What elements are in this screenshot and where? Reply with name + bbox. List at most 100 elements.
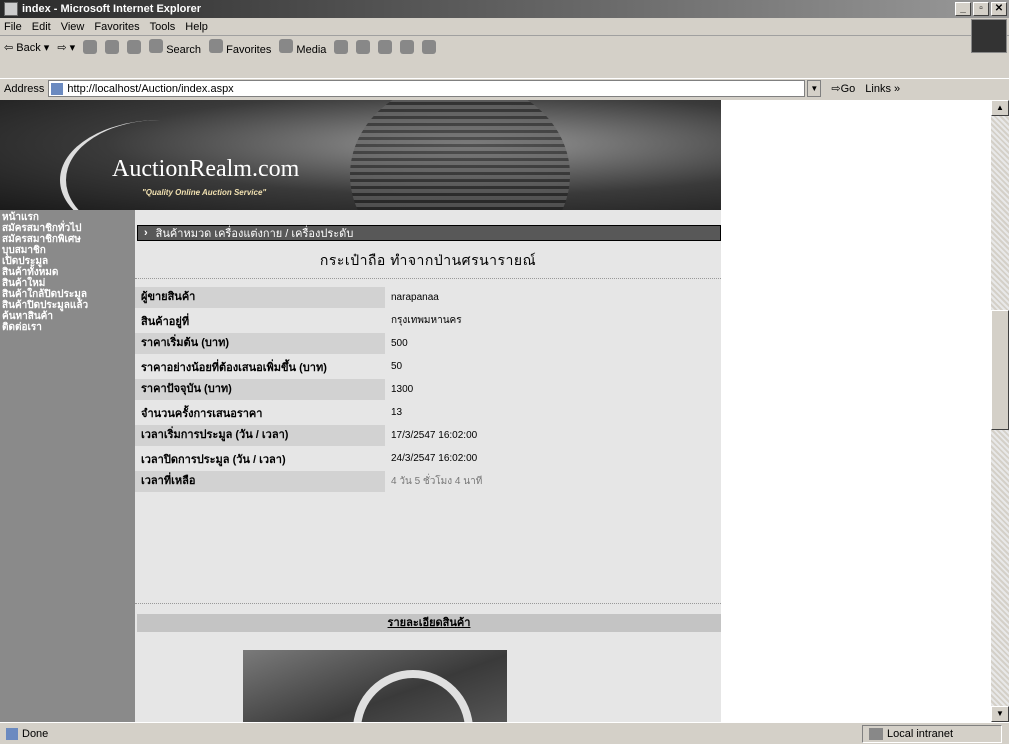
vertical-scrollbar[interactable]: ▲ ▼ xyxy=(991,100,1009,722)
address-label: Address xyxy=(4,82,45,95)
nav-search[interactable]: ค้นหาสินค้า xyxy=(0,311,135,322)
site-banner: AuctionRealm.com "Quality Online Auction… xyxy=(0,100,721,210)
address-input[interactable]: http://localhost/Auction/index.aspx xyxy=(48,80,806,97)
detail-label: เวลาปิดการประมูล (วัน / เวลา) xyxy=(141,453,286,466)
discuss-icon[interactable] xyxy=(422,40,437,54)
menu-file[interactable]: File xyxy=(4,21,22,33)
nav-open-auction[interactable]: เปิดประมูล xyxy=(0,256,135,267)
go-label: Go xyxy=(840,83,856,95)
category-label: สินค้าหมวด เครื่องแต่งกาย / เครื่องประดั… xyxy=(155,228,354,240)
close-button[interactable]: ✕ xyxy=(991,2,1007,16)
zone-label: Local intranet xyxy=(887,728,954,740)
maximize-button[interactable]: ▫ xyxy=(973,2,989,16)
detail-label: เวลาเริ่มการประมูล (วัน / เวลา) xyxy=(135,425,385,446)
nav-register-special[interactable]: สมัครสมาชิกพิเศษ xyxy=(0,234,135,245)
print-icon[interactable] xyxy=(378,40,393,54)
menu-view[interactable]: View xyxy=(61,21,85,33)
intranet-icon xyxy=(869,728,883,740)
links-button[interactable]: Links » xyxy=(865,83,900,95)
favorites-label: Favorites xyxy=(226,43,272,56)
scroll-down-button[interactable]: ▼ xyxy=(991,706,1009,722)
title-bar: index - Microsoft Internet Explorer _ ▫ … xyxy=(0,0,1009,18)
detail-label: ราคาปัจจุบัน (บาท) xyxy=(135,379,385,400)
menu-help[interactable]: Help xyxy=(185,21,208,33)
detail-label: เวลาที่เหลือ xyxy=(135,471,385,492)
media-icon xyxy=(279,38,294,53)
divider xyxy=(135,603,721,604)
back-label: Back xyxy=(16,41,41,54)
address-bar: Address http://localhost/Auction/index.a… xyxy=(0,78,1009,98)
detail-row: ผู้ขายสินค้า narapanaa xyxy=(135,286,721,309)
address-dropdown[interactable]: ▼ xyxy=(807,80,822,97)
nav-closed[interactable]: สินค้าปิดประมูลแล้ว xyxy=(0,300,135,311)
favorites-button[interactable]: Favorites xyxy=(209,38,272,56)
scroll-thumb[interactable] xyxy=(991,310,1009,430)
detail-label: ราคาอย่างน้อยที่ต้องเสนอเพิ่มขึ้น (บาท) xyxy=(141,361,327,374)
nav-contact[interactable]: ติดต่อเรา xyxy=(0,322,135,333)
forward-button[interactable]: ⇨ ▾ xyxy=(57,41,75,54)
detail-row: เวลาปิดการประมูล (วัน / เวลา) 24/3/2547 … xyxy=(135,447,721,470)
detail-value: 24/3/2547 16:02:00 xyxy=(391,453,478,464)
side-nav: หน้าแรก สมัครสมาชิกทั่วไป สมัครสมาชิกพิเ… xyxy=(0,210,135,722)
media-label: Media xyxy=(296,43,327,56)
detail-row: สินค้าอยู่ที่ กรุงเทพมหานคร xyxy=(135,309,721,332)
detail-value: narapanaa xyxy=(391,292,439,303)
category-bar: › สินค้าหมวด เครื่องแต่งกาย / เครื่องประ… xyxy=(137,225,721,241)
toolbar: ⇦ Back ▾ ⇨ ▾ Search Favorites Media xyxy=(0,37,968,57)
search-label: Search xyxy=(166,43,202,56)
address-url: http://localhost/Auction/index.aspx xyxy=(67,82,234,95)
detail-value: 1300 xyxy=(391,384,414,395)
nav-new-products[interactable]: สินค้าใหม่ xyxy=(0,278,135,289)
scroll-up-button[interactable]: ▲ xyxy=(991,100,1009,116)
security-zone: Local intranet xyxy=(862,725,1002,743)
detail-value: 17/3/2547 16:02:00 xyxy=(391,430,478,441)
menu-edit[interactable]: Edit xyxy=(32,21,51,33)
globe-graphic xyxy=(350,100,570,210)
detail-row: ราคาอย่างน้อยที่ต้องเสนอเพิ่มขึ้น (บาท) … xyxy=(135,355,721,378)
page-icon xyxy=(51,82,64,95)
back-button[interactable]: ⇦ Back ▾ xyxy=(4,41,49,54)
detail-value: 4 วัน 5 ชั่วโมง 4 นาที xyxy=(391,476,483,487)
menu-favorites[interactable]: Favorites xyxy=(94,21,139,33)
site-tagline: "Quality Online Auction Service" xyxy=(142,188,267,197)
search-button[interactable]: Search xyxy=(149,38,202,56)
detail-label: ราคาเริ่มต้น (บาท) xyxy=(135,333,385,354)
media-button[interactable]: Media xyxy=(279,38,327,56)
bag-graphic xyxy=(353,670,473,722)
status-text: Done xyxy=(0,727,49,740)
nav-all-products[interactable]: สินค้าทั้งหมด xyxy=(0,267,135,278)
edit-icon[interactable] xyxy=(400,40,415,54)
status-bar: Done Local intranet xyxy=(0,722,1009,744)
nav-register-general[interactable]: สมัครสมาชิกทั่วไป xyxy=(0,223,135,234)
detail-label: จำนวนครั้งการเสนอราคา xyxy=(141,407,263,420)
detail-value: กรุงเทพมหานคร xyxy=(391,315,462,326)
nav-member[interactable]: บุบสมาชิก xyxy=(0,245,135,256)
menu-tools[interactable]: Tools xyxy=(150,21,176,33)
detail-row: เวลาที่เหลือ 4 วัน 5 ชั่วโมง 4 นาที xyxy=(135,470,721,493)
detail-label: ผู้ขายสินค้า xyxy=(135,287,385,308)
detail-row: ราคาเริ่มต้น (บาท) 500 xyxy=(135,332,721,355)
stop-icon[interactable] xyxy=(83,40,98,54)
product-details: ผู้ขายสินค้า narapanaa สินค้าอยู่ที่ กรุ… xyxy=(135,286,721,493)
history-icon[interactable] xyxy=(334,40,349,54)
divider xyxy=(135,278,721,279)
chevron-right-icon: › xyxy=(144,227,148,239)
detail-row: เวลาเริ่มการประมูล (วัน / เวลา) 17/3/254… xyxy=(135,424,721,447)
mail-icon[interactable] xyxy=(356,40,371,54)
windows-logo-icon xyxy=(971,19,1007,53)
product-title: กระเป๋าถือ ทำจากป่านศรนารายณ์ xyxy=(319,252,537,268)
detail-row: จำนวนครั้งการเสนอราคา 13 xyxy=(135,401,721,424)
status-done: Done xyxy=(22,727,49,740)
refresh-icon[interactable] xyxy=(105,40,120,54)
description-header[interactable]: รายละเอียดสินค้า xyxy=(137,614,721,632)
detail-value: 500 xyxy=(391,338,408,349)
home-icon[interactable] xyxy=(127,40,142,54)
minimize-button[interactable]: _ xyxy=(955,2,971,16)
go-button[interactable]: ⇨Go xyxy=(831,82,855,95)
favorites-icon xyxy=(209,38,224,53)
nav-closing-soon[interactable]: สินค้าใกล้ปิดประมูล xyxy=(0,289,135,300)
nav-home[interactable]: หน้าแรก xyxy=(0,212,135,223)
detail-value: 50 xyxy=(391,361,403,372)
search-icon xyxy=(149,38,164,53)
site-logo[interactable]: AuctionRealm.com xyxy=(112,156,299,183)
